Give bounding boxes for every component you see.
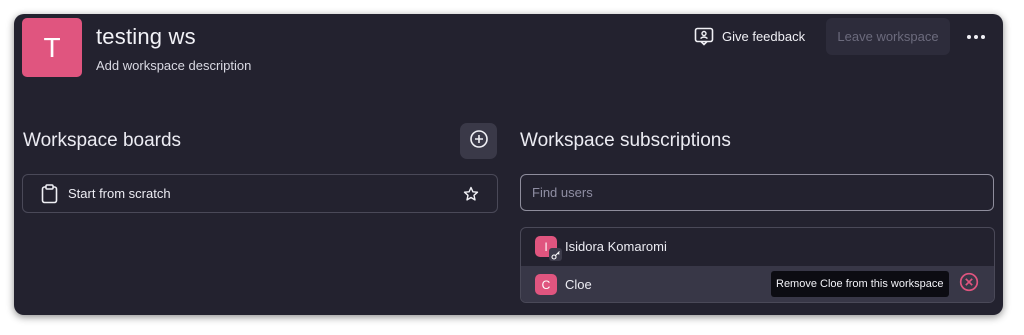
member-name: Isidora Komaromi (565, 239, 667, 254)
find-users-input[interactable] (520, 174, 994, 211)
more-horizontal-icon[interactable] (962, 28, 990, 46)
board-item-label: Start from scratch (68, 186, 171, 201)
remove-member-button[interactable] (959, 272, 979, 297)
feedback-icon (694, 27, 714, 46)
plus-circle-icon (469, 129, 489, 154)
tooltip-text: Remove Cloe from this workspace (776, 278, 944, 290)
leave-workspace-button[interactable]: Leave workspace (826, 18, 950, 55)
star-icon[interactable] (463, 186, 479, 207)
leave-workspace-label: Leave workspace (837, 29, 939, 44)
board-item[interactable]: Start from scratch (22, 174, 498, 213)
avatar: C (535, 274, 557, 295)
member-name: Cloe (565, 277, 592, 292)
remove-member-tooltip: Remove Cloe from this workspace (771, 271, 949, 297)
clipboard-icon (41, 184, 58, 209)
workspace-description[interactable]: Add workspace description (96, 58, 251, 73)
workspace-boards-title: Workspace boards (23, 130, 182, 151)
key-icon (549, 248, 562, 261)
add-board-button[interactable] (460, 123, 497, 159)
workspace-avatar: T (22, 18, 82, 77)
workspace-subscriptions-title: Workspace subscriptions (520, 130, 731, 151)
give-feedback-button[interactable]: Give feedback (694, 24, 805, 48)
give-feedback-label: Give feedback (722, 28, 806, 44)
workspace-title[interactable]: testing ws (96, 24, 196, 50)
remove-circle-icon (959, 272, 979, 297)
member-row[interactable]: I Isidora Komaromi (521, 228, 994, 266)
workspace-panel: T testing ws Add workspace description G… (14, 14, 1003, 315)
workspace-avatar-letter: T (43, 31, 61, 63)
